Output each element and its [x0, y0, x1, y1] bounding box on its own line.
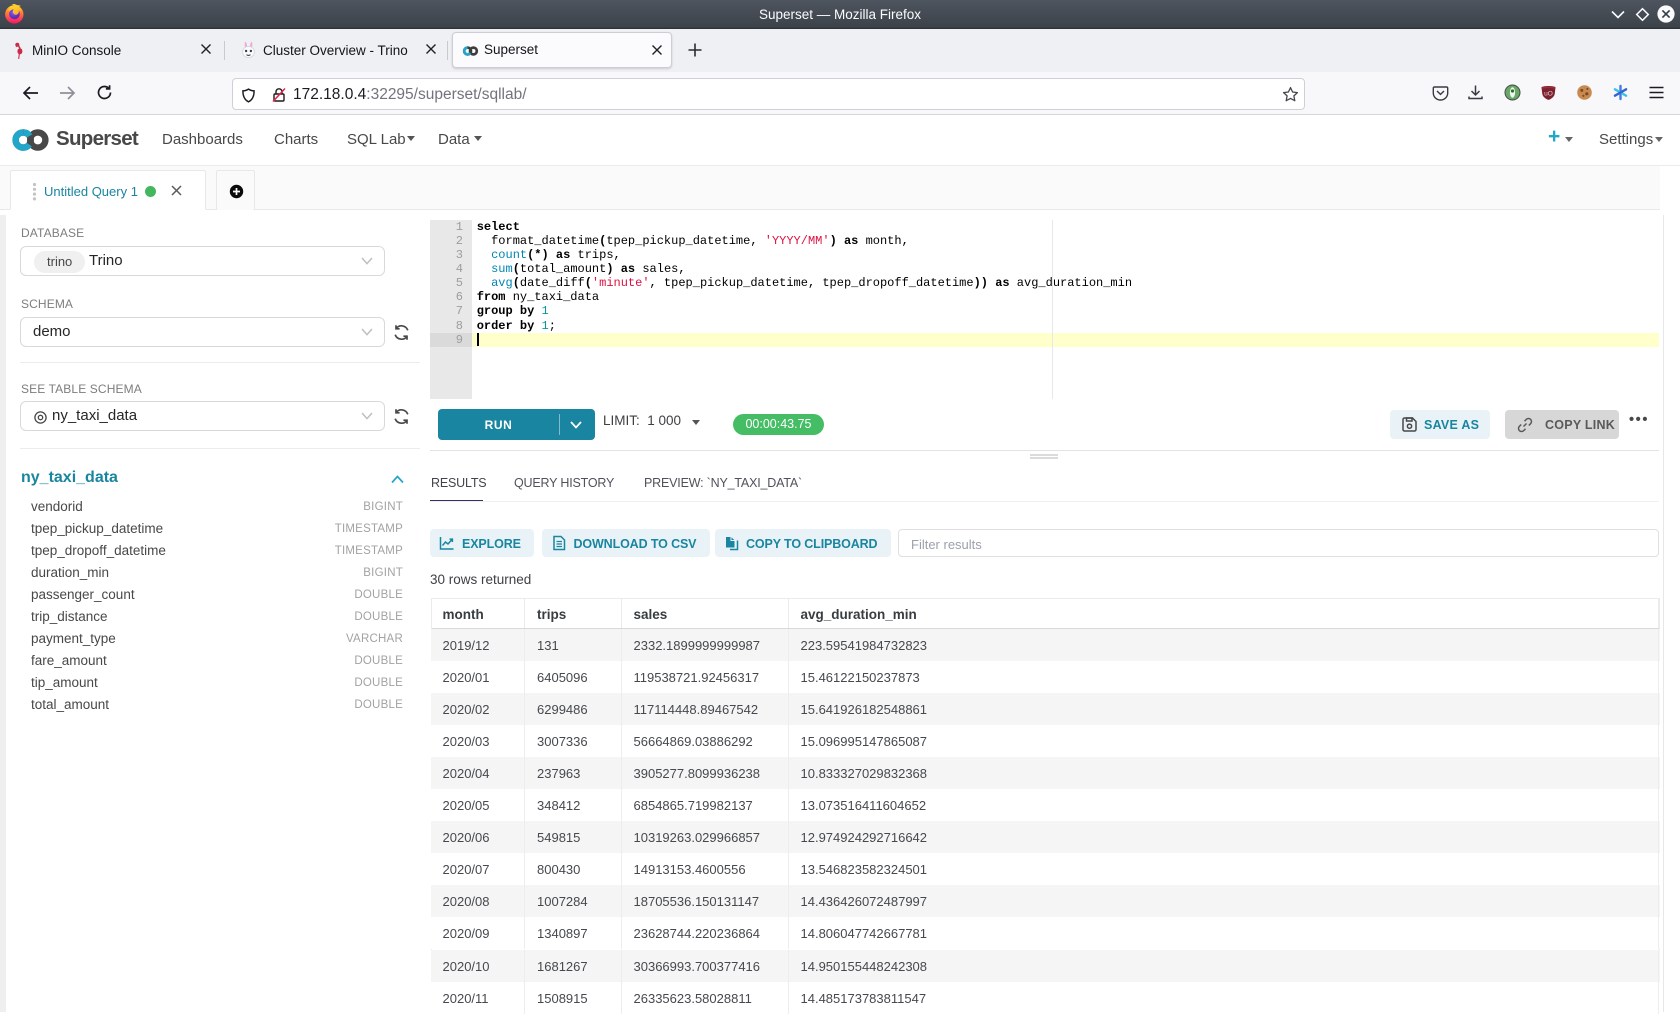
svg-text:uO: uO: [1544, 91, 1553, 98]
